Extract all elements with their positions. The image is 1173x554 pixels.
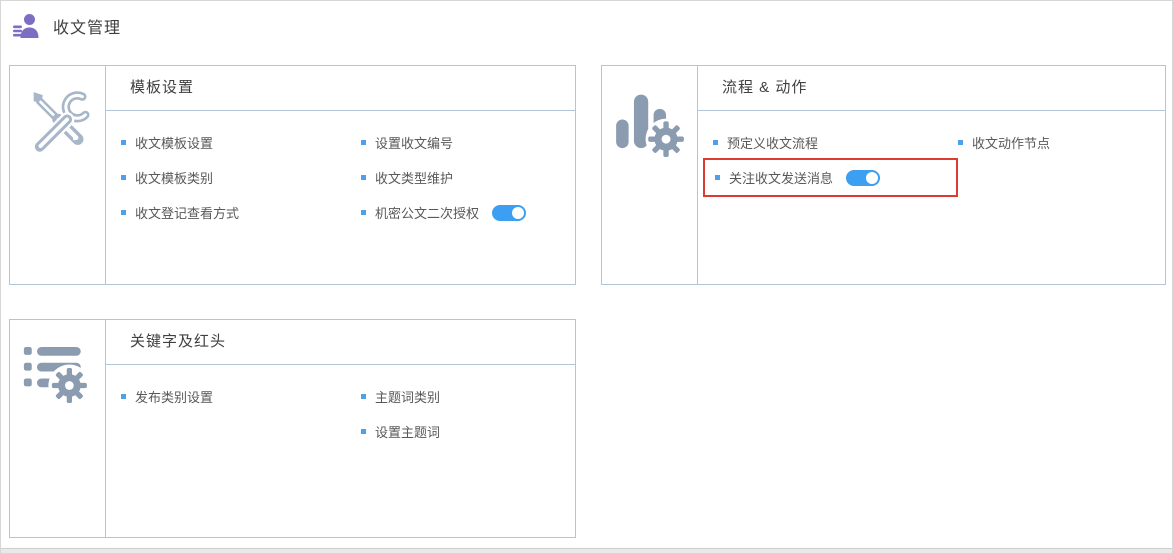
link-publish-category-settings[interactable]: 发布类别设置	[121, 387, 361, 406]
bullet-icon	[713, 140, 718, 145]
card-links: 收文模板设置 设置收文编号 收文模板类别 收文类型维护 收文登记查看方式 机密公…	[106, 111, 575, 230]
card-title: 关键字及红头	[106, 320, 575, 365]
bullet-icon	[958, 140, 963, 145]
card-icon-column	[10, 66, 106, 284]
link-predefined-receive-flow[interactable]: 预定义收文流程	[713, 133, 958, 152]
crossed-tools-icon	[32, 89, 92, 155]
confidential-auth-toggle[interactable]	[492, 204, 527, 221]
card-title: 模板设置	[106, 66, 575, 111]
bullet-icon	[121, 140, 126, 145]
link-set-receive-number[interactable]: 设置收文编号	[361, 133, 575, 152]
card-title: 流程 & 动作	[698, 66, 1165, 111]
bullet-icon	[361, 175, 366, 180]
bullet-icon	[361, 140, 366, 145]
toggle-knob	[866, 171, 879, 184]
empty-cell	[121, 431, 361, 432]
card-icon-column	[602, 66, 698, 284]
empty-cell	[958, 177, 1165, 178]
follow-message-toggle[interactable]	[846, 169, 881, 186]
card-flow-actions: 流程 & 动作 预定义收文流程 收文动作节点 关注收文发送消息	[601, 65, 1166, 285]
card-keywords-redheader: 关键字及红头 发布类别设置 主题词类别 设置主题词	[9, 319, 576, 538]
link-receive-type-maintenance[interactable]: 收文类型维护	[361, 168, 575, 187]
bar-chart-gear-icon	[615, 94, 687, 160]
user-list-icon	[13, 14, 39, 38]
page-bottom-strip	[1, 548, 1172, 553]
card-links: 预定义收文流程 收文动作节点 关注收文发送消息	[698, 111, 1165, 197]
toggle-knob	[512, 206, 525, 219]
link-set-subject-word[interactable]: 设置主题词	[361, 422, 575, 441]
card-links: 发布类别设置 主题词类别 设置主题词	[106, 365, 575, 449]
link-confidential-doc-secondary-auth[interactable]: 机密公文二次授权	[361, 203, 575, 222]
bullet-icon	[121, 175, 126, 180]
bullet-icon	[361, 429, 366, 434]
bullet-icon	[361, 210, 366, 215]
page-title: 收文管理	[53, 20, 122, 37]
page-header: 收文管理	[1, 1, 1172, 51]
list-gear-icon	[23, 347, 90, 407]
link-receive-template-settings[interactable]: 收文模板设置	[121, 133, 361, 152]
bullet-icon	[361, 394, 366, 399]
bullet-icon	[121, 210, 126, 215]
link-follow-receive-send-message[interactable]: 关注收文发送消息	[715, 168, 881, 187]
card-template-settings: 模板设置 收文模板设置 设置收文编号 收文模板类别 收文类型维护 收文登记查看方…	[9, 65, 576, 285]
receive-doc-management-page: 收文管理 模板设置 收文模板设置 设置收文编号 收文模板类别 收文类型维护 收文…	[0, 0, 1173, 554]
link-receive-register-view-mode[interactable]: 收文登记查看方式	[121, 203, 361, 222]
bullet-icon	[715, 175, 720, 180]
link-receive-action-node[interactable]: 收文动作节点	[958, 133, 1165, 152]
highlighted-setting-box: 关注收文发送消息	[703, 158, 958, 197]
link-subject-word-category[interactable]: 主题词类别	[361, 387, 575, 406]
link-receive-template-category[interactable]: 收文模板类别	[121, 168, 361, 187]
card-icon-column	[10, 320, 106, 537]
bullet-icon	[121, 394, 126, 399]
